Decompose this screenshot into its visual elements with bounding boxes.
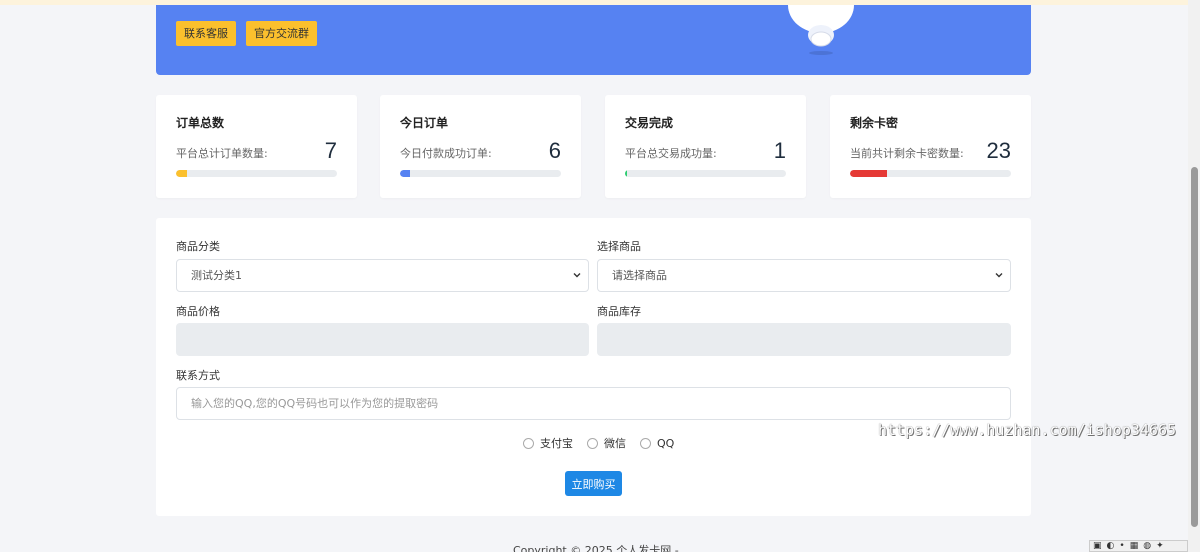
header-banner: 联系客服 官方交流群 — [156, 5, 1031, 75]
category-label: 商品分类 — [176, 240, 220, 253]
watermark-text: https://www.huzhan.com/ishop34665 — [878, 421, 1177, 439]
stat-progress-fill — [176, 170, 188, 177]
stat-value: 7 — [324, 138, 337, 163]
payment-option-wechat[interactable]: 微信 — [587, 435, 626, 451]
stat-title: 交易完成 — [625, 116, 674, 130]
stat-card-completed: 交易完成 平台总交易成功量: 1 — [605, 95, 806, 198]
stock-label: 商品库存 — [597, 305, 641, 318]
contact-service-button[interactable]: 联系客服 — [176, 21, 236, 46]
stat-title: 今日订单 — [400, 116, 449, 130]
product-select-placeholder: 请选择商品 — [612, 269, 667, 282]
stat-value: 23 — [986, 138, 1011, 163]
stat-progress-bar — [176, 170, 337, 177]
stat-progress-bar — [625, 170, 786, 177]
price-label: 商品价格 — [176, 305, 220, 318]
stat-title: 剩余卡密 — [850, 116, 899, 130]
contact-input[interactable]: 输入您的QQ,您的QQ号码也可以作为您的提取密码 — [176, 387, 1011, 420]
official-group-button[interactable]: 官方交流群 — [246, 21, 317, 46]
stat-desc: 平台总计订单数量: — [176, 147, 268, 160]
chevron-down-icon — [995, 273, 1003, 278]
chevron-down-icon — [573, 273, 581, 278]
stat-desc: 今日付款成功订单: — [400, 147, 492, 160]
ime-mode-icon: ◐ — [1106, 541, 1115, 551]
stock-field — [597, 323, 1011, 356]
payment-option-alipay[interactable]: 支付宝 — [523, 435, 573, 451]
product-label: 选择商品 — [597, 240, 641, 253]
buy-now-button[interactable]: 立即购买 — [565, 471, 622, 496]
stat-card-total-orders: 订单总数 平台总计订单数量: 7 — [156, 95, 357, 198]
order-form-panel: 商品分类 测试分类1 选择商品 请选择商品 商品价格 商品库存 联系方式 输入您… — [156, 218, 1031, 516]
payment-option-label: 微信 — [604, 437, 626, 450]
stat-value: 6 — [548, 138, 561, 163]
contact-label: 联系方式 — [176, 369, 220, 382]
stat-progress-bar — [400, 170, 561, 177]
ime-settings-icon: ✦ — [1156, 541, 1164, 551]
stat-desc: 平台总交易成功量: — [625, 147, 717, 160]
product-select[interactable]: 请选择商品 — [597, 259, 1011, 292]
stat-title: 订单总数 — [176, 116, 225, 130]
payment-option-qq[interactable]: QQ — [640, 437, 674, 450]
category-select[interactable]: 测试分类1 — [176, 259, 589, 292]
ime-punct-icon: • — [1119, 541, 1125, 551]
stat-progress-fill — [625, 170, 627, 177]
footer-copyright: Copyright © 2025 个人发卡网 - — [513, 544, 679, 552]
stat-card-remaining-keys: 剩余卡密 当前共计剩余卡密数量: 23 — [830, 95, 1031, 198]
ime-toolbar: ▣ ◐ • ▦ ◍ ✦ — [1089, 540, 1188, 552]
mascot-illustration — [788, 5, 854, 55]
page-scrollbar[interactable] — [1188, 0, 1200, 552]
category-select-value: 测试分类1 — [191, 269, 242, 282]
ime-icon: ▣ — [1093, 541, 1102, 551]
stat-progress-fill — [400, 170, 410, 177]
radio-button[interactable] — [523, 437, 534, 449]
stat-value: 1 — [773, 138, 786, 163]
contact-input-placeholder: 输入您的QQ,您的QQ号码也可以作为您的提取密码 — [191, 397, 439, 410]
radio-button[interactable] — [587, 437, 598, 449]
payment-option-label: 支付宝 — [540, 437, 573, 450]
ime-keyboard-icon: ▦ — [1129, 541, 1139, 551]
stat-desc: 当前共计剩余卡密数量: — [850, 147, 964, 160]
payment-option-label: QQ — [657, 436, 675, 450]
stat-progress-fill — [850, 170, 888, 177]
stat-progress-bar — [850, 170, 1011, 177]
radio-button[interactable] — [640, 437, 651, 449]
stats-row: 订单总数 平台总计订单数量: 7 今日订单 今日付款成功订单: 6 交易完成 平… — [156, 95, 1031, 198]
payment-methods: 支付宝 微信 QQ — [523, 435, 688, 451]
ime-user-icon: ◍ — [1143, 541, 1152, 551]
stat-card-today-orders: 今日订单 今日付款成功订单: 6 — [380, 95, 581, 198]
scrollbar-thumb[interactable] — [1191, 167, 1198, 527]
price-field — [176, 323, 589, 356]
